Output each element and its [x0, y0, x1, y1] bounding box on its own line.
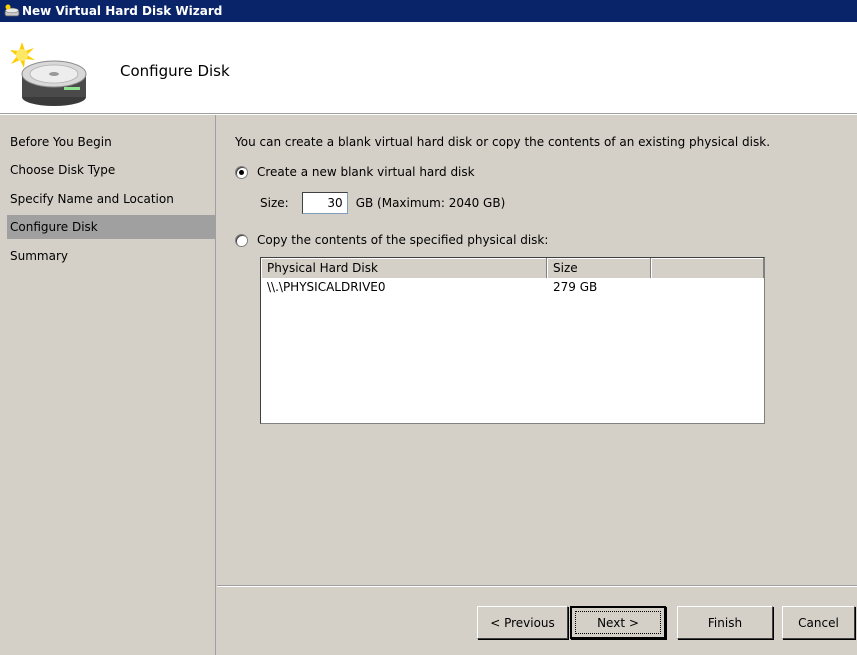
next-button[interactable]: Next >: [570, 606, 666, 639]
radio-new-disk[interactable]: [235, 165, 248, 179]
cancel-button[interactable]: Cancel: [782, 606, 855, 639]
button-bar: < Previous Next > Finish Cancel: [217, 585, 857, 655]
disk-size-cell: 279 GB: [553, 280, 598, 294]
wizard-icon: [4, 4, 20, 18]
disk-name-cell: \\.\PHYSICALDRIVE0: [267, 280, 386, 294]
finish-button[interactable]: Finish: [677, 606, 773, 639]
step-choose-disk-type[interactable]: Choose Disk Type: [7, 158, 215, 182]
list-header: Physical Hard Disk Size: [261, 258, 764, 278]
wizard-body: Before You Begin Choose Disk Type Specif…: [0, 115, 857, 655]
page-title: Configure Disk: [120, 62, 230, 80]
wizard-header: Configure Disk: [0, 22, 857, 114]
radio-copy-disk[interactable]: [235, 233, 248, 247]
size-input[interactable]: 30: [301, 192, 348, 214]
column-blank[interactable]: [651, 258, 764, 278]
size-row: Size: 30 GB (Maximum: 2040 GB): [260, 192, 505, 214]
physical-disk-list[interactable]: Physical Hard Disk Size \\.\PHYSICALDRIV…: [260, 257, 765, 424]
step-configure-disk[interactable]: Configure Disk: [7, 215, 215, 239]
step-before-you-begin[interactable]: Before You Begin: [7, 130, 215, 154]
column-size[interactable]: Size: [547, 258, 651, 278]
sidebar-divider: [215, 115, 216, 655]
previous-button[interactable]: < Previous: [477, 606, 568, 639]
wizard-steps: Before You Begin Choose Disk Type Specif…: [7, 115, 216, 655]
list-item[interactable]: \\.\PHYSICALDRIVE0 279 GB: [261, 278, 764, 296]
option-new-disk[interactable]: Create a new blank virtual hard disk: [235, 165, 475, 179]
disk-wizard-icon: [8, 40, 88, 110]
size-label: Size:: [260, 196, 289, 210]
step-summary[interactable]: Summary: [7, 244, 215, 268]
main-content: You can create a blank virtual hard disk…: [217, 115, 857, 585]
option-copy-disk-label: Copy the contents of the specified physi…: [257, 233, 549, 247]
option-copy-disk[interactable]: Copy the contents of the specified physi…: [235, 233, 548, 247]
size-suffix: GB (Maximum: 2040 GB): [355, 196, 506, 210]
intro-text: You can create a blank virtual hard disk…: [235, 135, 771, 149]
column-physical-hard-disk[interactable]: Physical Hard Disk: [261, 258, 547, 278]
window-title: New Virtual Hard Disk Wizard: [22, 4, 223, 18]
title-bar[interactable]: New Virtual Hard Disk Wizard: [0, 0, 857, 22]
step-specify-name-location[interactable]: Specify Name and Location: [7, 187, 215, 211]
option-new-disk-label: Create a new blank virtual hard disk: [257, 165, 475, 179]
